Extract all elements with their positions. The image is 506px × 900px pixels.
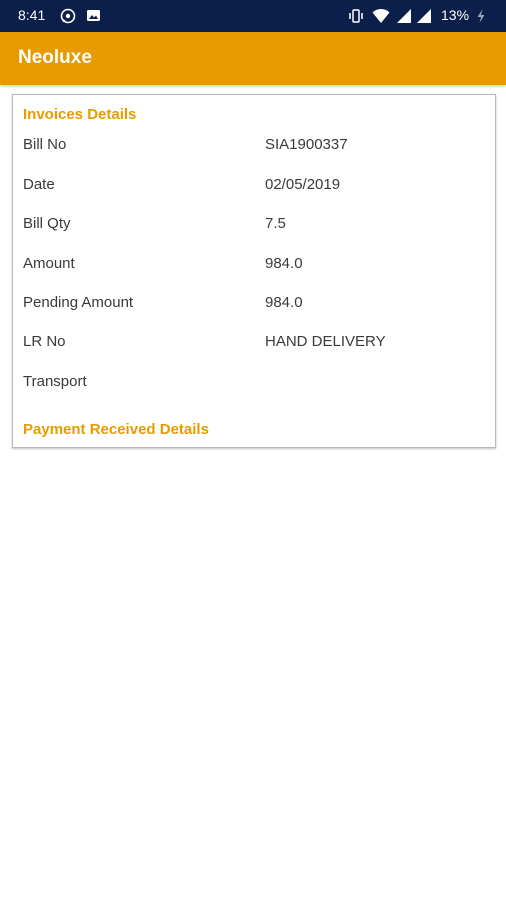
image-icon: [86, 8, 101, 26]
amount-label: Amount: [23, 255, 75, 272]
signal-icon: [396, 8, 412, 27]
signal-icon: [416, 8, 432, 27]
app-title: Neoluxe: [18, 47, 92, 68]
status-bar: 8:41 13%: [0, 0, 506, 32]
transport-label: Transport: [23, 373, 87, 390]
status-time: 8:41: [18, 7, 46, 23]
invoice-details-card: Invoices Details Bill No SIA1900337 Date…: [12, 94, 496, 448]
whatsapp-icon: [60, 8, 76, 27]
battery-percentage: 13%: [441, 7, 470, 23]
app-bar: Neoluxe: [0, 32, 506, 85]
payment-received-details-heading: Payment Received Details: [23, 421, 209, 438]
bill-no-value: SIA1900337: [265, 136, 348, 153]
bill-qty-label: Bill Qty: [23, 215, 71, 232]
pending-amount-label: Pending Amount: [23, 294, 134, 311]
bill-no-label: Bill No: [23, 136, 67, 153]
lr-no-label: LR No: [23, 333, 66, 350]
lr-no-value: HAND DELIVERY: [265, 333, 386, 350]
bill-qty-value: 7.5: [265, 215, 286, 232]
pending-amount-value: 984.0: [265, 294, 303, 311]
amount-value: 984.0: [265, 255, 303, 272]
charging-icon: [476, 8, 486, 27]
wifi-icon: [372, 8, 390, 27]
date-value: 02/05/2019: [265, 176, 341, 193]
invoices-details-heading: Invoices Details: [23, 106, 137, 123]
vibrate-icon: [348, 8, 364, 27]
date-label: Date: [23, 176, 55, 193]
